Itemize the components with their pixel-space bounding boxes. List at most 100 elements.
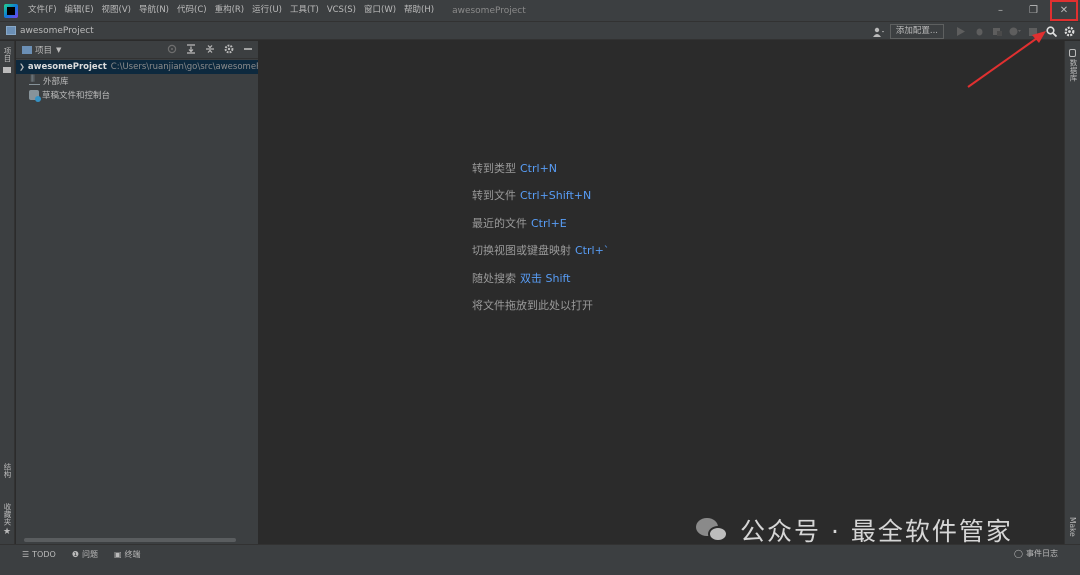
menu-file[interactable]: 文件(F): [24, 0, 61, 21]
hint-label: 随处搜索: [472, 271, 516, 285]
hint-label: 转到类型: [472, 162, 516, 175]
window-controls: – ❐ ✕: [984, 0, 1080, 21]
event-log-icon: ◯: [1014, 549, 1023, 558]
debug-icon[interactable]: [972, 25, 986, 39]
chevron-right-icon[interactable]: ❯: [19, 63, 25, 71]
watermark: 公众号 · 最全软件管家: [696, 512, 1013, 548]
goland-logo-icon: [4, 3, 18, 18]
library-icon: [29, 74, 40, 85]
favorites-tool-tab[interactable]: 收藏夹: [2, 503, 13, 526]
hint-label: 最近的文件: [472, 216, 527, 230]
terminal-tool-tab[interactable]: ▣ 终端: [114, 549, 141, 560]
make-tool-tab-label: Make: [1068, 517, 1077, 537]
chevron-down-icon[interactable]: ▼: [56, 46, 61, 54]
hint-shortcut: Ctrl+`: [575, 244, 610, 258]
restore-button[interactable]: ❐: [1017, 0, 1050, 21]
window-title: awesomeProject: [452, 5, 526, 16]
tree-row-external-libraries[interactable]: 外部库: [16, 74, 258, 88]
expand-all-icon[interactable]: [185, 43, 197, 55]
empty-editor-hints: 转到类型 Ctrl+N 转到文件 Ctrl+Shift+N 最近的文件 Ctrl+E …: [472, 160, 609, 324]
coverage-icon[interactable]: [990, 25, 1004, 39]
problems-tool-tab[interactable]: ❶ 问题: [72, 549, 98, 560]
stop-icon[interactable]: [1026, 25, 1040, 39]
locate-file-icon[interactable]: [166, 43, 178, 55]
project-view-selector[interactable]: 项目: [35, 44, 52, 56]
add-configuration-button[interactable]: 添加配置...: [889, 24, 944, 39]
search-icon[interactable]: [1044, 25, 1058, 39]
editor-area: 转到类型 Ctrl+N 转到文件 Ctrl+Shift+N 最近的文件 Ctrl+E …: [260, 41, 1064, 544]
run-icon[interactable]: [954, 25, 968, 39]
project-view-icon: [22, 45, 32, 54]
menu-tools[interactable]: 工具(T): [286, 0, 323, 21]
todo-tool-tab[interactable]: ☰ TODO: [22, 550, 56, 559]
tree-row-project-root[interactable]: ❯ awesomeProject C:\Users\ruanjian\go\sr…: [16, 60, 258, 74]
horizontal-scrollbar[interactable]: [24, 538, 236, 542]
project-panel-tools: [166, 43, 254, 55]
project-tool-tab[interactable]: 项目: [2, 47, 13, 62]
menu-code[interactable]: 代码(C): [173, 0, 211, 21]
external-libraries-label: 外部库: [43, 77, 69, 87]
info-circle-icon: ❶: [71, 550, 79, 559]
hint-switch-view: 切换视图或键盘映射 Ctrl+`: [472, 242, 609, 269]
project-tool-tab-label: 项目: [3, 47, 12, 62]
terminal-label: 终端: [124, 550, 141, 559]
hint-shortcut: Ctrl+Shift+N: [520, 189, 592, 203]
breadcrumb-project[interactable]: awesomeProject: [20, 26, 94, 36]
scratches-label: 草稿文件和控制台: [42, 91, 111, 101]
minimize-button[interactable]: –: [984, 0, 1017, 21]
hint-label: 切换视图或键盘映射: [472, 244, 571, 258]
settings-gear-icon[interactable]: [1062, 25, 1076, 39]
menu-navigate[interactable]: 导航(N): [135, 0, 173, 21]
event-log-tool-tab[interactable]: ◯ 事件日志: [1014, 548, 1058, 559]
project-root-path: C:\Users\ruanjian\go\src\awesomeProject: [110, 62, 258, 72]
menu-edit[interactable]: 编辑(E): [61, 0, 98, 21]
menu-vcs[interactable]: VCS(S): [323, 0, 360, 21]
menu-refactor[interactable]: 重构(R): [211, 0, 249, 21]
menu-window[interactable]: 窗口(W): [360, 0, 400, 21]
panel-settings-gear-icon[interactable]: [223, 43, 235, 55]
wechat-logo-icon: [696, 516, 730, 544]
hint-shortcut: Ctrl+N: [520, 162, 558, 175]
collapse-all-icon[interactable]: [204, 43, 216, 55]
watermark-text: 公众号 · 最全软件管家: [740, 517, 1013, 546]
scratches-icon: [29, 90, 41, 102]
project-root-name: awesomeProject: [27, 62, 107, 72]
tree-row-scratches[interactable]: 草稿文件和控制台: [16, 88, 258, 102]
favorites-tool-tab-label: 收藏夹: [3, 503, 12, 526]
hint-label: 将文件拖放到此处以打开: [472, 298, 593, 312]
menu-view[interactable]: 视图(V): [98, 0, 135, 21]
project-tab-folder-icon: [3, 67, 11, 73]
menu-run[interactable]: 运行(U): [248, 0, 286, 21]
hint-goto-type: 转到类型 Ctrl+N: [472, 160, 609, 187]
hint-search-everywhere: 随处搜索 双击 Shift: [472, 270, 609, 297]
make-tool-tab[interactable]: Make: [1068, 517, 1077, 537]
hint-shortcut: Ctrl+E: [531, 216, 567, 230]
main-menu: 文件(F) 编辑(E) 视图(V) 导航(N) 代码(C) 重构(R) 运行(U…: [24, 0, 438, 21]
todo-label: TODO: [32, 550, 56, 559]
event-log-label: 事件日志: [1026, 549, 1058, 558]
menu-help[interactable]: 帮助(H): [400, 0, 438, 21]
database-icon: [1069, 49, 1076, 57]
right-tool-stripe: 数据库 Make: [1064, 41, 1080, 544]
user-icon[interactable]: [872, 25, 886, 39]
hide-panel-icon[interactable]: [242, 43, 254, 55]
status-bar: [0, 564, 1080, 575]
favorites-star-icon: ★: [3, 527, 12, 537]
hint-goto-file: 转到文件 Ctrl+Shift+N: [472, 187, 609, 214]
left-tool-stripe: 项目 结构 收藏夹 ★: [0, 41, 15, 544]
project-panel-header: 项目 ▼: [16, 41, 258, 59]
project-folder-icon: [6, 26, 16, 35]
database-tool-tab-label: 数据库: [1069, 59, 1078, 82]
hint-label: 转到文件: [472, 189, 516, 203]
title-bar: 文件(F) 编辑(E) 视图(V) 导航(N) 代码(C) 重构(R) 运行(U…: [0, 0, 1080, 21]
hint-drop-files: 将文件拖放到此处以打开: [472, 297, 609, 324]
profile-icon[interactable]: [1008, 25, 1022, 39]
project-tree: ❯ awesomeProject C:\Users\ruanjian\go\sr…: [16, 60, 258, 102]
problems-label: 问题: [81, 550, 98, 559]
close-button[interactable]: ✕: [1050, 0, 1078, 21]
database-tool-tab[interactable]: 数据库: [1068, 59, 1079, 82]
hint-shortcut: 双击 Shift: [520, 271, 571, 285]
structure-tool-tab-label: 结构: [3, 463, 12, 478]
navigation-bar: awesomeProject 添加配置...: [0, 21, 1080, 40]
structure-tool-tab[interactable]: 结构: [2, 463, 13, 478]
